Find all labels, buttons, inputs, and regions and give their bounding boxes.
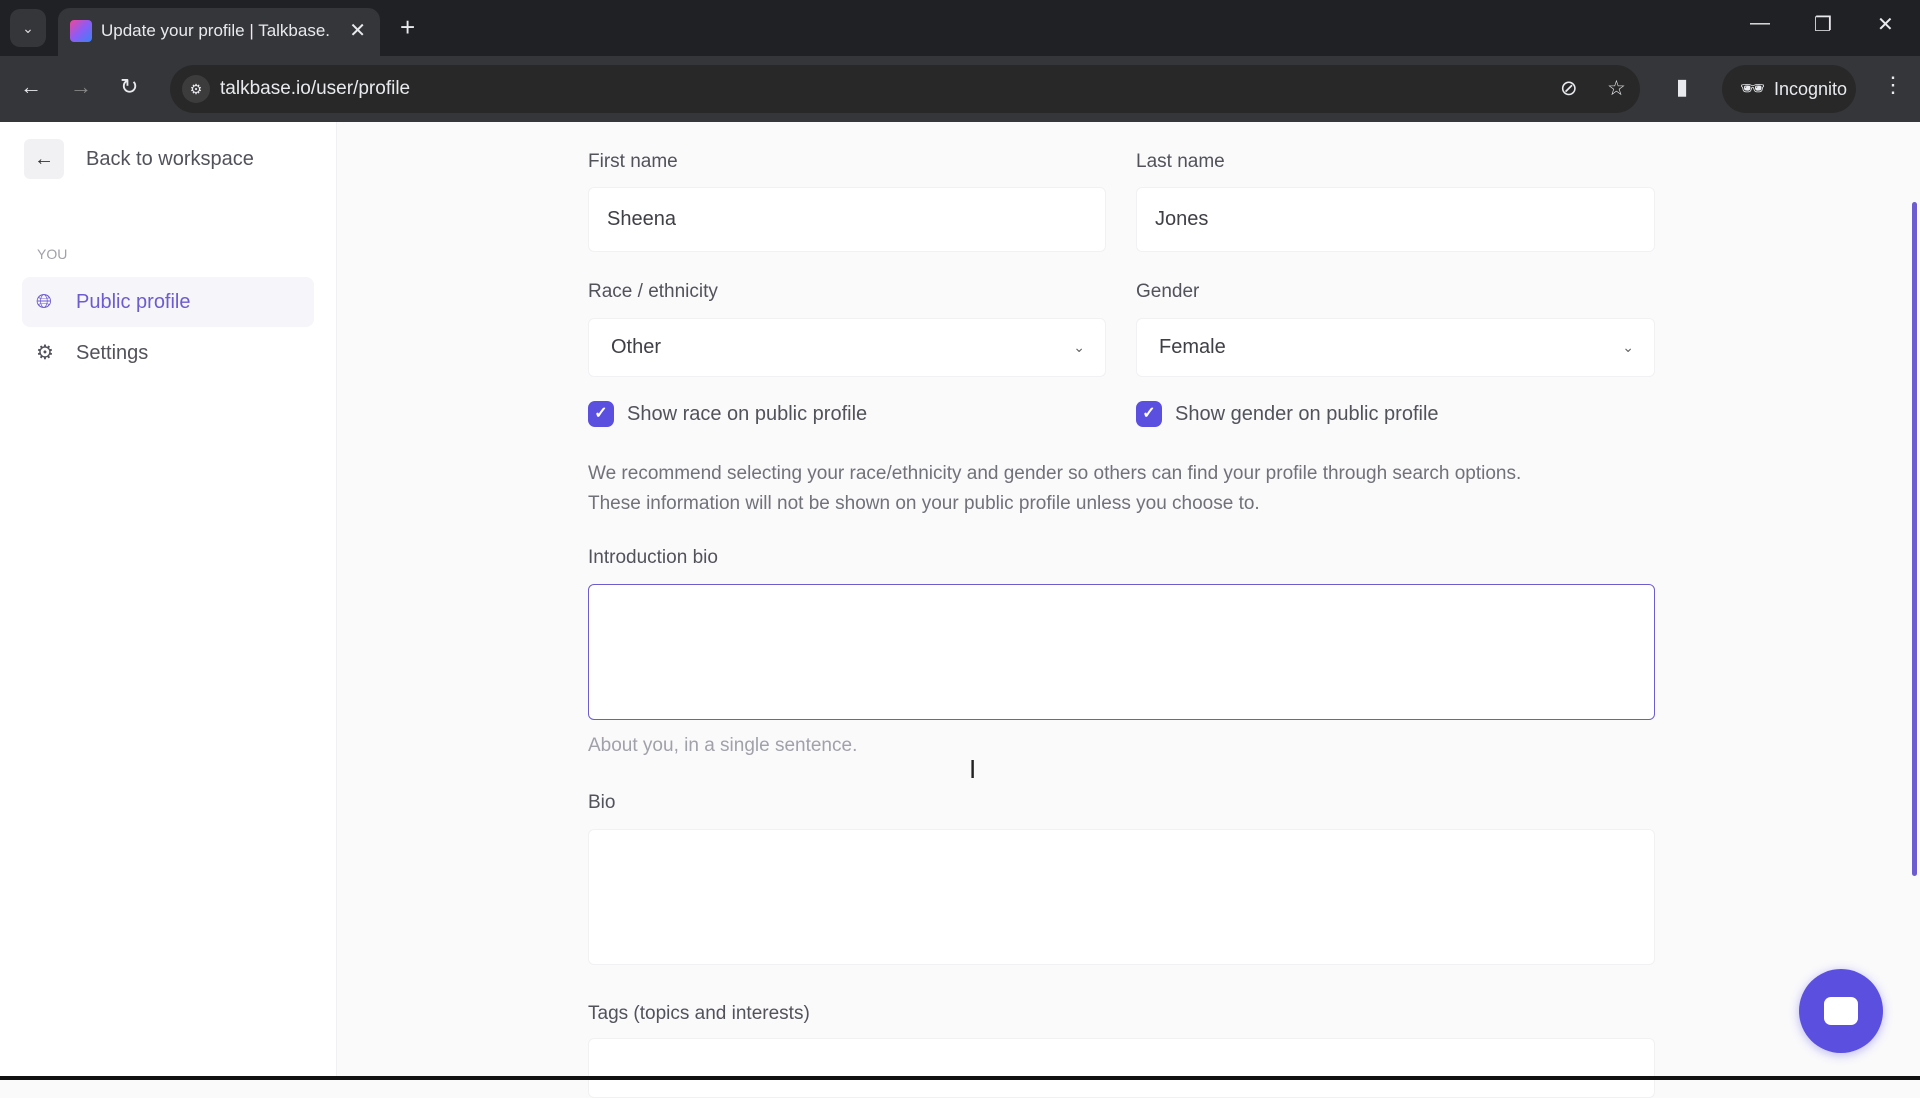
bookmark-star-icon[interactable]: ☆ xyxy=(1607,76,1626,101)
sidebar-section-label: YOU xyxy=(37,246,68,262)
browser-toolbar: ← → ↻ ⚙ talkbase.io/user/profile ⊘ ☆ ▮ 🕶… xyxy=(0,56,1920,122)
bio-textarea[interactable] xyxy=(588,829,1655,965)
browser-tab[interactable]: Update your profile | Talkbase.io ✕ xyxy=(58,8,380,56)
recommendation-line-2: These information will not be shown on y… xyxy=(588,493,1260,514)
tab-title: Update your profile | Talkbase.io xyxy=(101,21,331,40)
tab-search-chevron-icon[interactable]: ⌄ xyxy=(10,9,46,47)
reload-icon[interactable]: ↻ xyxy=(120,74,138,100)
last-name-input[interactable]: Jones xyxy=(1136,187,1655,252)
gender-select-value: Female xyxy=(1159,336,1226,358)
eye-slash-icon[interactable]: ⊘ xyxy=(1560,76,1578,101)
tab-close-icon[interactable]: ✕ xyxy=(349,18,366,43)
intro-bio-help: About you, in a single sentence. xyxy=(588,735,858,756)
tags-input[interactable] xyxy=(588,1038,1655,1098)
last-name-label: Last name xyxy=(1136,151,1225,172)
back-to-workspace-link[interactable]: Back to workspace xyxy=(86,148,254,171)
window-close-icon[interactable]: ✕ xyxy=(1877,12,1894,37)
chevron-down-icon: ⌄ xyxy=(1073,339,1085,355)
first-name-input[interactable]: Sheena xyxy=(588,187,1106,252)
chat-widget-button[interactable] xyxy=(1799,969,1883,1053)
tags-label: Tags (topics and interests) xyxy=(588,1003,810,1024)
race-label: Race / ethnicity xyxy=(588,281,718,302)
site-settings-icon[interactable]: ⚙ xyxy=(182,75,210,103)
race-select-value: Other xyxy=(611,336,662,358)
side-panel-icon[interactable]: ▮ xyxy=(1676,74,1688,100)
chat-bubble-icon xyxy=(1824,997,1858,1025)
browser-tab-bar: ⌄ Update your profile | Talkbase.io ✕ + … xyxy=(0,0,1920,56)
chevron-down-icon: ⌄ xyxy=(1622,339,1634,355)
new-tab-plus-icon[interactable]: + xyxy=(400,12,415,43)
show-race-checkbox[interactable]: ✓ xyxy=(588,401,614,427)
gear-icon: ⚙ xyxy=(36,342,54,364)
sidebar-item-label: Public profile xyxy=(76,291,191,313)
talkbase-favicon-icon xyxy=(70,20,92,42)
incognito-badge[interactable]: 🕶 Incognito xyxy=(1722,65,1856,113)
globe-icon: 🌐︎ xyxy=(36,291,52,313)
gender-label: Gender xyxy=(1136,281,1200,302)
sidebar: ← Back to workspace YOU 🌐︎ Public profil… xyxy=(0,122,337,1077)
back-arrow-icon[interactable]: ← xyxy=(24,139,64,179)
intro-bio-label: Introduction bio xyxy=(588,547,718,568)
back-arrow-icon[interactable]: ← xyxy=(20,74,42,100)
scrollbar[interactable] xyxy=(1912,202,1917,876)
sidebar-item-settings[interactable]: ⚙ Settings xyxy=(22,328,314,378)
restore-icon[interactable]: ❐ xyxy=(1814,12,1832,37)
first-name-label: First name xyxy=(588,151,678,172)
show-gender-checkbox[interactable]: ✓ xyxy=(1136,401,1162,427)
gender-select[interactable]: Female ⌄ xyxy=(1136,318,1655,377)
forward-arrow-icon[interactable]: → xyxy=(70,74,92,100)
intro-bio-textarea[interactable] xyxy=(588,584,1655,720)
minimize-icon[interactable]: — xyxy=(1750,12,1770,35)
race-select[interactable]: Other ⌄ xyxy=(588,318,1106,377)
show-race-label[interactable]: Show race on public profile xyxy=(627,403,867,426)
bottom-edge xyxy=(0,1076,1920,1080)
more-menu-icon[interactable]: ⋮ xyxy=(1882,72,1904,98)
bio-label: Bio xyxy=(588,792,616,813)
show-gender-label[interactable]: Show gender on public profile xyxy=(1175,403,1439,426)
recommendation-line-1: We recommend selecting your race/ethnici… xyxy=(588,463,1522,484)
incognito-icon: 🕶 xyxy=(1740,78,1766,100)
sidebar-item-label: Settings xyxy=(76,342,149,364)
url-text[interactable]: talkbase.io/user/profile xyxy=(220,78,410,100)
recommendation-text: We recommend selecting your race/ethnici… xyxy=(588,459,1668,519)
incognito-label: Incognito xyxy=(1774,79,1848,99)
sidebar-item-public-profile[interactable]: 🌐︎ Public profile xyxy=(22,277,314,327)
text-cursor-icon: I xyxy=(969,754,977,784)
address-bar[interactable]: ⚙ talkbase.io/user/profile ⊘ ☆ xyxy=(170,65,1640,113)
